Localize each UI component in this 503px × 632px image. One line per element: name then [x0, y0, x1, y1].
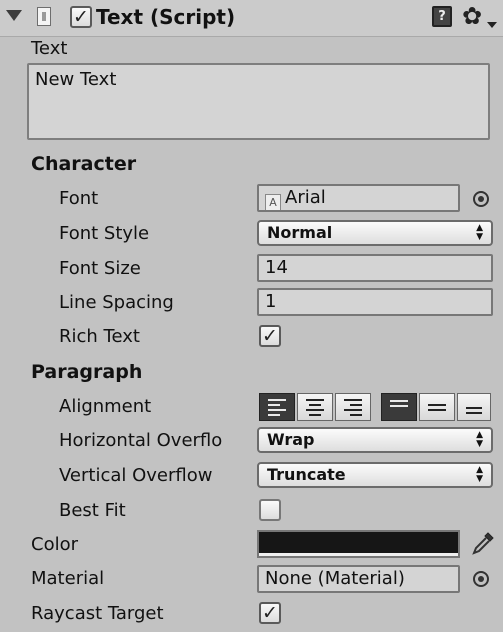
paragraph-heading: Paragraph — [31, 361, 143, 383]
line-spacing-label: Line Spacing — [59, 292, 174, 313]
dropdown-arrows-icon: ▲ ▼ — [476, 465, 483, 484]
horizontal-overflow-label: Horizontal Overflo — [59, 430, 223, 451]
align-bottom-button[interactable] — [457, 393, 491, 421]
align-left-button[interactable] — [259, 393, 295, 421]
font-picker-icon[interactable] — [473, 191, 489, 207]
rich-text-label: Rich Text — [59, 326, 140, 347]
vertical-overflow-dropdown[interactable]: Truncate ▲ ▼ — [257, 462, 493, 488]
fold-arrow-icon[interactable] — [6, 10, 22, 21]
gear-menu-arrow-icon[interactable] — [487, 22, 497, 28]
align-right-button[interactable] — [335, 393, 371, 421]
raycast-target-checkbox[interactable]: ✓ — [259, 602, 281, 624]
horizontal-overflow-dropdown[interactable]: Wrap ▲ ▼ — [257, 427, 493, 453]
vertical-overflow-label: Vertical Overflow — [59, 465, 213, 486]
line-spacing-input[interactable]: 1 — [257, 288, 493, 316]
check-icon: ✓ — [262, 601, 278, 624]
character-heading: Character — [31, 153, 137, 175]
component-enabled-checkbox[interactable]: ✓ — [70, 6, 92, 28]
align-middle-button[interactable] — [419, 393, 455, 421]
material-label: Material — [31, 568, 105, 589]
script-icon — [37, 7, 51, 26]
dropdown-arrows-icon: ▲ ▼ — [476, 430, 483, 449]
help-book-icon[interactable]: ? — [432, 6, 452, 27]
raycast-target-label: Raycast Target — [31, 603, 164, 624]
rich-text-checkbox[interactable]: ✓ — [259, 325, 281, 347]
font-asset-icon: A — [265, 194, 281, 210]
material-field[interactable]: None (Material) — [257, 565, 460, 593]
check-icon: ✓ — [262, 324, 278, 347]
font-label: Font — [59, 188, 99, 209]
color-field[interactable] — [257, 530, 460, 558]
text-input[interactable]: New Text — [27, 63, 490, 140]
font-style-label: Font Style — [59, 223, 150, 244]
vertical-overflow-value: Truncate — [267, 465, 346, 484]
font-field[interactable]: A Arial — [257, 184, 460, 212]
gear-icon[interactable]: ✿ — [462, 3, 482, 29]
font-size-input[interactable]: 14 — [257, 254, 493, 282]
help-glyph: ? — [438, 9, 446, 24]
eyedropper-icon[interactable] — [470, 530, 496, 558]
font-style-value: Normal — [267, 223, 333, 242]
align-top-button[interactable] — [381, 393, 417, 421]
align-center-button[interactable] — [297, 393, 333, 421]
color-label: Color — [31, 534, 78, 555]
font-value: Arial — [285, 187, 326, 208]
check-icon: ✓ — [73, 5, 89, 28]
component-title: Text (Script) — [96, 5, 236, 29]
best-fit-checkbox[interactable] — [259, 499, 281, 521]
best-fit-label: Best Fit — [59, 500, 126, 521]
material-picker-icon[interactable] — [473, 571, 489, 587]
font-size-label: Font Size — [59, 258, 141, 279]
dropdown-arrows-icon: ▲ ▼ — [476, 223, 483, 242]
text-label: Text — [31, 38, 68, 59]
alignment-label: Alignment — [59, 396, 152, 417]
font-style-dropdown[interactable]: Normal ▲ ▼ — [257, 220, 493, 246]
horizontal-overflow-value: Wrap — [267, 430, 315, 449]
